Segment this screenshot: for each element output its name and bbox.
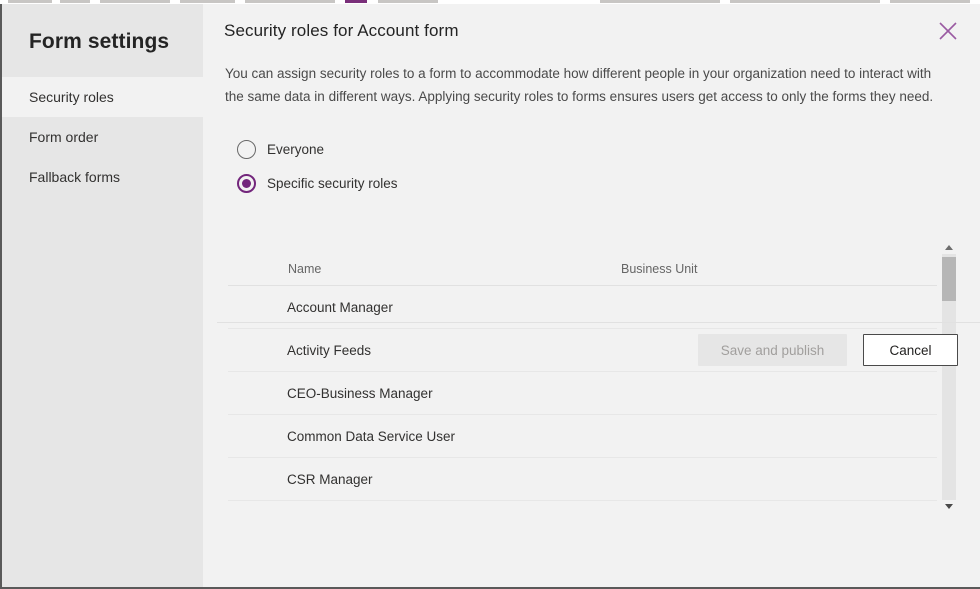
background-chip [245,0,335,3]
dialog-description: You can assign security roles to a form … [225,66,934,104]
dialog-footer: Save and publish Cancel [203,334,980,394]
close-icon [938,21,958,41]
background-chip [730,0,880,3]
cell-name: CSR Manager [287,471,373,487]
form-settings-screen: Form settings Security roles Form order … [0,0,980,589]
radio-option-specific-security-roles[interactable]: Specific security roles [237,168,980,198]
radio-icon-selected [237,173,256,193]
chevron-up-icon [945,245,953,250]
table-header-row: Name Business Unit [228,236,937,286]
close-button[interactable] [931,14,965,48]
background-chip [100,0,170,3]
scrollbar-thumb[interactable] [942,257,956,301]
background-chip [600,0,720,3]
sidebar: Form settings Security roles Form order … [2,4,203,587]
background-chip [60,0,90,3]
cell-name: Common Data Service User [287,428,456,444]
radio-label: Everyone [267,141,325,157]
cancel-button[interactable]: Cancel [863,334,958,366]
radio-icon [237,139,256,159]
sidebar-item-label: Security roles [29,89,114,105]
radio-label: Specific security roles [267,175,398,191]
background-chip [890,0,970,3]
column-header-business-unit[interactable]: Business Unit [620,262,937,276]
background-chip-accent [345,0,367,3]
background-chip [378,0,438,3]
page-title: Form settings [29,30,170,53]
table-row[interactable]: CSR Manager [228,458,937,501]
sidebar-item-security-roles[interactable]: Security roles [2,77,203,117]
dialog-title: Security roles for Account form [224,21,459,40]
sidebar-item-label: Form order [29,129,99,145]
chevron-down-icon [945,504,953,509]
sidebar-item-fallback-forms[interactable]: Fallback forms [2,157,203,197]
scroll-down-button[interactable] [942,500,956,513]
footer-divider [217,322,980,323]
security-roles-dialog: Security roles for Account form You can … [203,4,980,587]
save-and-publish-button[interactable]: Save and publish [698,334,847,366]
scroll-up-button[interactable] [942,241,956,254]
dialog-header: Security roles for Account form [203,4,980,41]
column-header-name[interactable]: Name [228,262,620,276]
radio-option-everyone[interactable]: Everyone [237,134,980,164]
cell-name: Account Manager [287,299,393,315]
sidebar-item-label: Fallback forms [29,169,121,185]
background-chip [8,0,52,3]
scope-radio-group: Everyone Specific security roles [203,134,980,198]
background-chip [180,0,235,3]
table-row[interactable]: Common Data Service User [228,415,937,458]
sidebar-item-form-order[interactable]: Form order [2,117,203,157]
